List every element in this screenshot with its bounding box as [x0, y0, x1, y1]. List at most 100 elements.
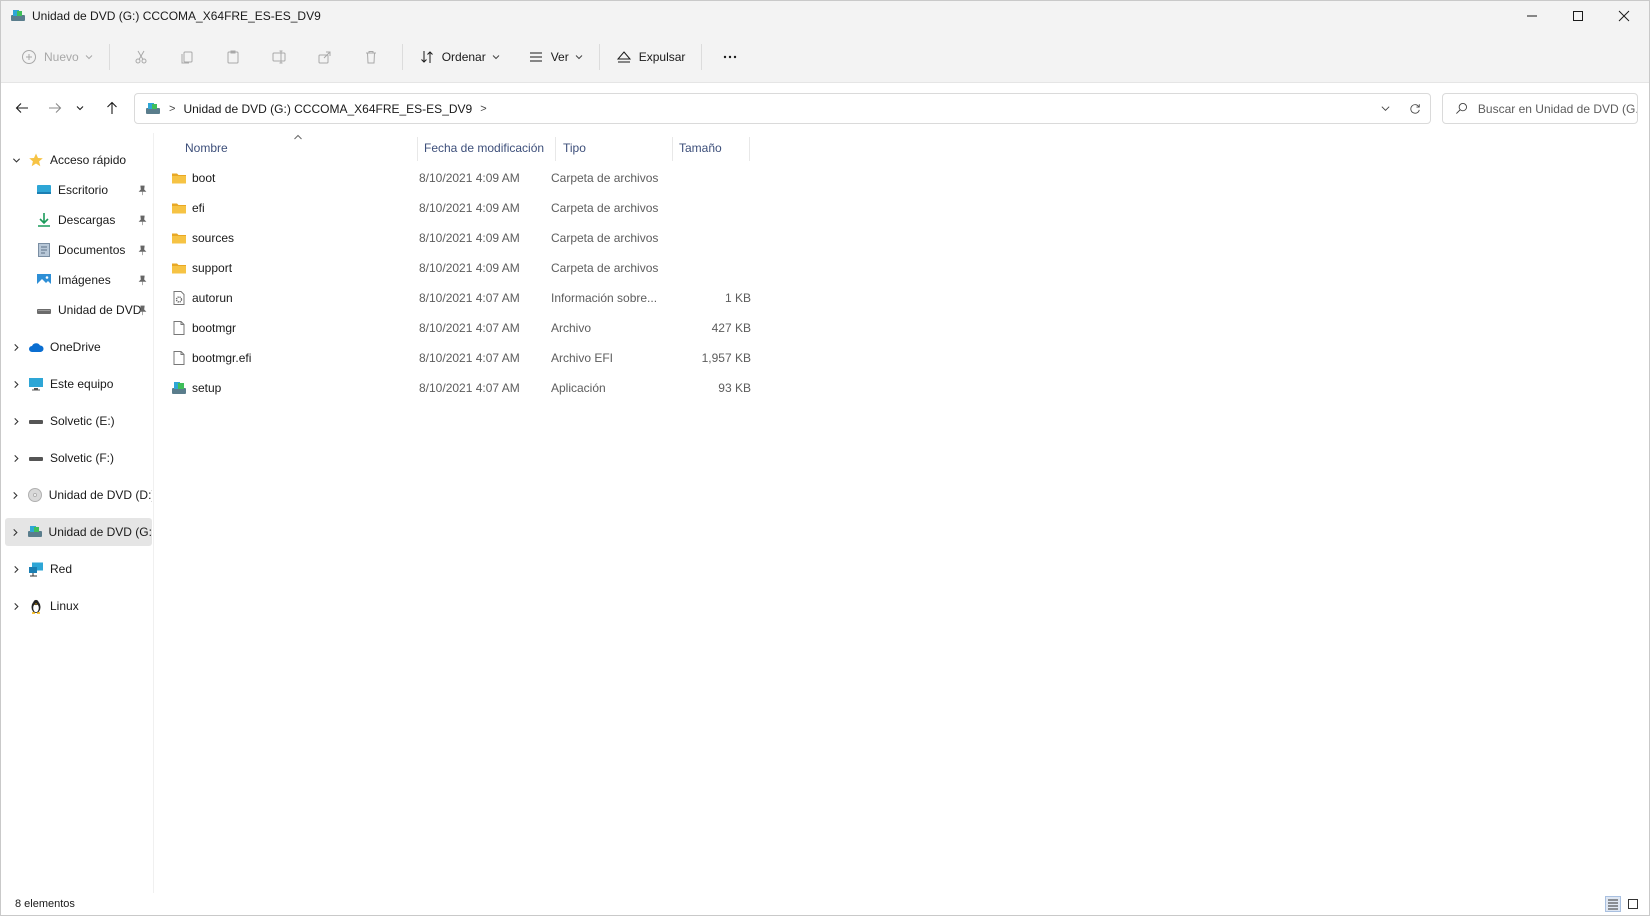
file-name: bootmgr	[192, 321, 237, 335]
chevron-down-icon	[492, 54, 500, 59]
more-options-button[interactable]	[710, 39, 750, 75]
sidebar-item-solvetic-e[interactable]: Solvetic (E:)	[5, 407, 152, 435]
column-header-date[interactable]: Fecha de modificación	[424, 133, 554, 163]
address-bar[interactable]: > Unidad de DVD (G:) CCCOMA_X64FRE_ES-ES…	[134, 93, 1431, 124]
column-header-size[interactable]: Tamaño	[679, 133, 749, 163]
column-header-type[interactable]: Tipo	[563, 133, 663, 163]
sidebar-item-dvd-pinned[interactable]: Unidad de DVD	[5, 296, 152, 324]
copy-button[interactable]	[164, 39, 210, 75]
breadcrumb-current[interactable]: Unidad de DVD (G:) CCCOMA_X64FRE_ES-ES_D…	[183, 102, 472, 116]
sidebar-item-dvd-d[interactable]: Unidad de DVD (D:)	[5, 481, 152, 509]
sidebar-item-onedrive[interactable]: OneDrive	[5, 333, 152, 361]
expand-toggle[interactable]	[5, 343, 27, 352]
chevron-right-icon	[13, 491, 18, 499]
expand-toggle[interactable]	[5, 528, 26, 537]
file-row[interactable]: efi 8/10/2021 4:09 AM Carpeta de archivo…	[163, 194, 748, 222]
search-input[interactable]	[1477, 101, 1637, 116]
pin-icon[interactable]	[137, 245, 148, 256]
column-header-name[interactable]: Nombre	[185, 133, 405, 163]
column-divider[interactable]	[672, 137, 673, 161]
search-box[interactable]	[1442, 93, 1638, 124]
chevron-down-icon	[85, 54, 93, 59]
close-button[interactable]	[1601, 1, 1647, 31]
pictures-icon	[37, 274, 51, 286]
sidebar-item-downloads[interactable]: Descargas	[5, 206, 152, 234]
cut-button[interactable]	[118, 39, 164, 75]
sort-button[interactable]: Ordenar	[411, 39, 508, 75]
expand-toggle[interactable]	[5, 491, 26, 500]
column-divider[interactable]	[555, 137, 556, 161]
column-divider[interactable]	[749, 137, 750, 161]
expand-toggle[interactable]	[5, 454, 27, 463]
sidebar-item-dvd-g[interactable]: Unidad de DVD (G:)	[5, 518, 152, 546]
column-divider[interactable]	[417, 137, 418, 161]
forward-button[interactable]	[42, 95, 68, 121]
minimize-button[interactable]	[1509, 1, 1555, 31]
expand-toggle[interactable]	[5, 565, 27, 574]
expand-toggle[interactable]	[5, 417, 27, 426]
sidebar-item-network[interactable]: Red	[5, 555, 152, 583]
file-type: Archivo	[551, 321, 592, 335]
file-row[interactable]: setup 8/10/2021 4:07 AM Aplicación 93 KB	[163, 374, 751, 402]
file-size: 93 KB	[718, 381, 751, 395]
eject-button[interactable]: Expulsar	[608, 39, 694, 75]
expand-toggle[interactable]	[5, 602, 27, 611]
address-history-button[interactable]	[1370, 94, 1400, 123]
trash-icon	[365, 50, 376, 63]
delete-button[interactable]	[348, 39, 394, 75]
pin-icon[interactable]	[137, 185, 148, 196]
file-row[interactable]: autorun 8/10/2021 4:07 AM Información so…	[163, 284, 751, 312]
file-icon	[173, 351, 185, 365]
pin-icon[interactable]	[137, 275, 148, 286]
chevron-right-icon	[13, 454, 19, 462]
sidebar-item-quick-access[interactable]: Acceso rápido	[5, 146, 152, 174]
maximize-button[interactable]	[1555, 1, 1601, 31]
sidebar-item-label: Unidad de DVD (D:)	[48, 488, 152, 502]
file-name: sources	[192, 231, 235, 245]
file-date: 8/10/2021 4:09 AM	[419, 201, 520, 215]
file-row[interactable]: support 8/10/2021 4:09 AM Carpeta de arc…	[163, 254, 748, 282]
sidebar-item-this-pc[interactable]: Este equipo	[5, 370, 152, 398]
details-view-button[interactable]	[1605, 896, 1621, 912]
file-name: efi	[192, 201, 205, 215]
pin-icon[interactable]	[137, 215, 148, 226]
file-row[interactable]: bootmgr 8/10/2021 4:07 AM Archivo 427 KB	[163, 314, 751, 342]
maximize-icon	[1573, 11, 1583, 21]
rename-button[interactable]	[256, 39, 302, 75]
tiles-view-button[interactable]	[1625, 896, 1641, 912]
up-button[interactable]	[99, 95, 125, 121]
sidebar-item-documents[interactable]: Documentos	[5, 236, 152, 264]
sidebar-item-desktop[interactable]: Escritorio	[5, 176, 152, 204]
details-view-icon	[1608, 899, 1618, 910]
view-button[interactable]: Ver	[520, 39, 591, 75]
chevron-down-icon	[76, 106, 84, 111]
pin-icon[interactable]	[137, 305, 148, 316]
sidebar-item-label: Escritorio	[58, 183, 109, 197]
refresh-button[interactable]	[1400, 94, 1430, 123]
plus-circle-icon	[22, 49, 36, 64]
sidebar-item-label: Unidad de DVD	[58, 303, 142, 317]
sidebar-item-pictures[interactable]: Imágenes	[5, 266, 152, 294]
expand-toggle[interactable]	[5, 380, 27, 389]
file-date: 8/10/2021 4:07 AM	[419, 351, 520, 365]
sidebar-item-linux[interactable]: Linux	[5, 592, 152, 620]
expand-toggle[interactable]	[5, 156, 27, 165]
list-view-icon	[529, 52, 542, 61]
new-button[interactable]: Nuevo	[13, 39, 101, 75]
sidebar-item-solvetic-f[interactable]: Solvetic (F:)	[5, 444, 152, 472]
sidebar-item-label: Linux	[50, 599, 79, 613]
status-bar: 8 elementos	[1, 893, 1649, 915]
file-type: Carpeta de archivos	[551, 261, 659, 275]
back-button[interactable]	[9, 95, 35, 121]
paste-button[interactable]	[210, 39, 256, 75]
file-row[interactable]: boot 8/10/2021 4:09 AM Carpeta de archiv…	[163, 164, 748, 192]
file-row[interactable]: sources 8/10/2021 4:09 AM Carpeta de arc…	[163, 224, 748, 252]
share-button[interactable]	[302, 39, 348, 75]
breadcrumb-separator[interactable]: >	[480, 103, 486, 115]
file-row[interactable]: bootmgr.efi 8/10/2021 4:07 AM Archivo EF…	[163, 344, 751, 372]
recent-locations-button[interactable]	[72, 95, 88, 121]
item-count: 8 elementos	[15, 898, 75, 910]
file-size	[663, 254, 751, 282]
file-name: support	[192, 261, 233, 275]
share-icon	[318, 51, 331, 63]
